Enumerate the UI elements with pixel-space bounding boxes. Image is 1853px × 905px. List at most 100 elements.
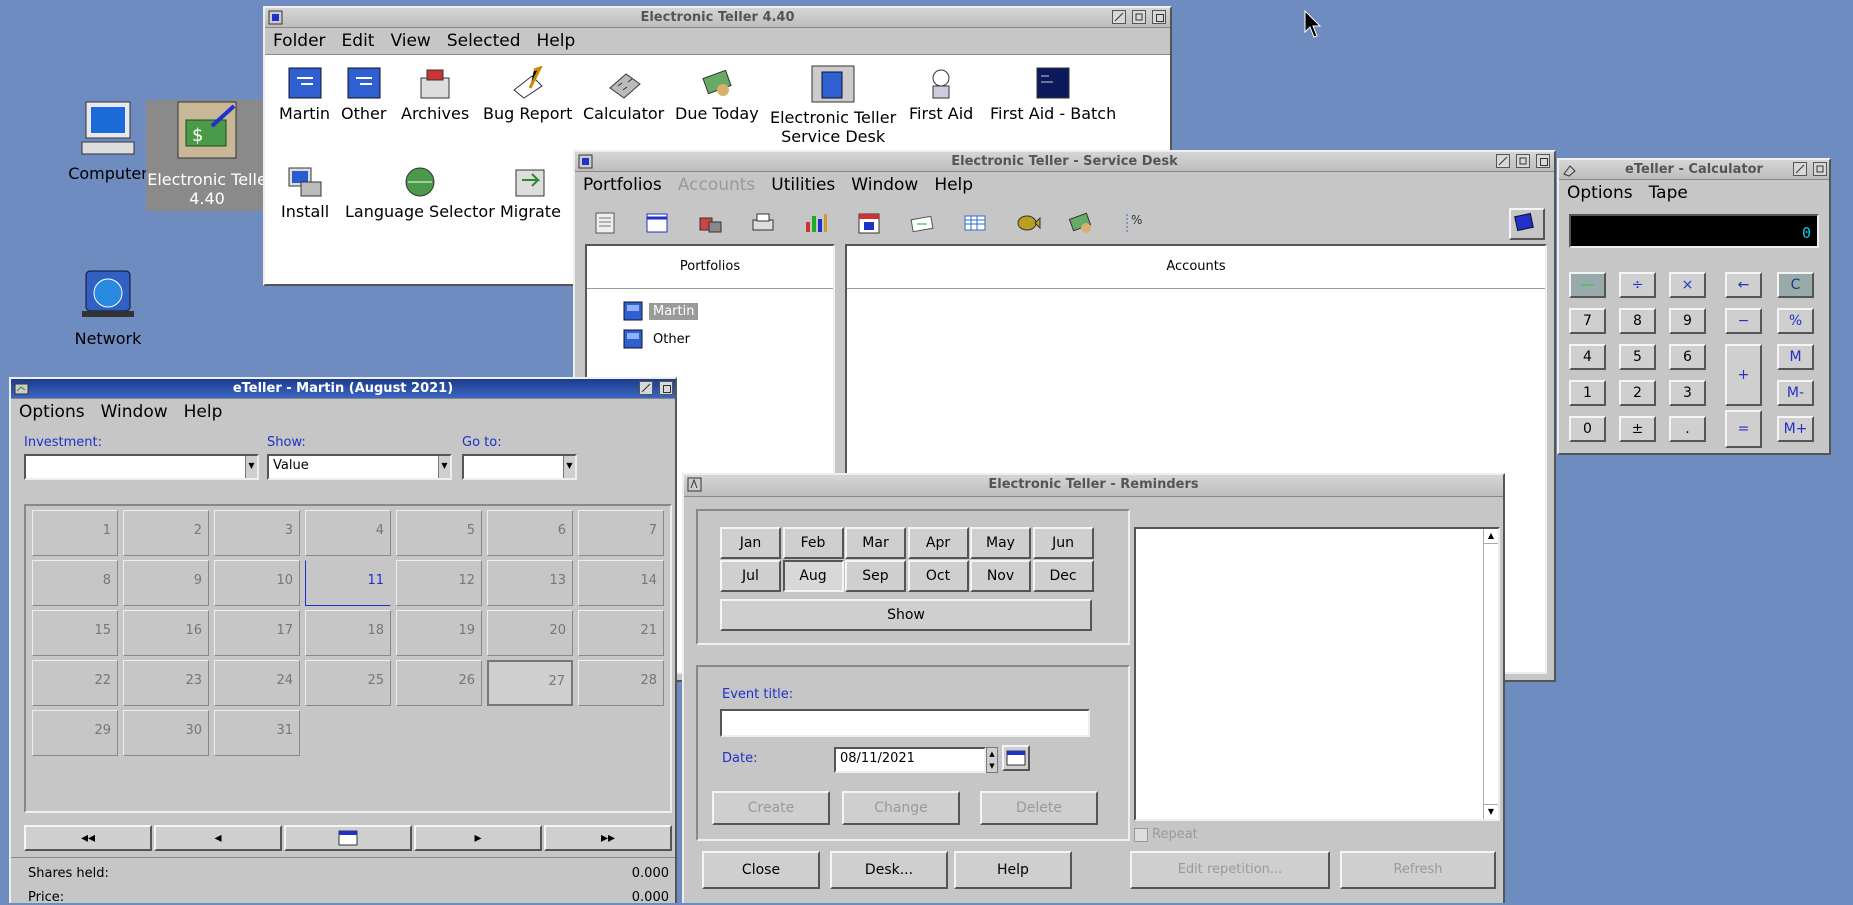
calendar-icon[interactable]: [856, 210, 882, 236]
list-view-icon[interactable]: [592, 210, 618, 236]
portfolio-item-other[interactable]: Other: [623, 328, 694, 350]
calendar-day-7[interactable]: 7: [578, 510, 664, 556]
folder-item-first-aid[interactable]: First Aid: [909, 66, 973, 123]
folder-item-service-desk[interactable]: Electronic Teller Service Desk: [770, 64, 896, 146]
checkbook-icon[interactable]: [909, 210, 935, 236]
calendar-day-12[interactable]: 12: [396, 560, 482, 606]
date-picker-button[interactable]: [1002, 745, 1030, 771]
folder-item-install[interactable]: Install: [281, 164, 329, 221]
calendar-day-15[interactable]: 15: [32, 610, 118, 656]
folder-item-other[interactable]: Other: [341, 66, 386, 123]
calc-key-clear[interactable]: C: [1777, 272, 1814, 298]
calendar-day-8[interactable]: 8: [32, 560, 118, 606]
create-button[interactable]: Create: [712, 791, 830, 825]
folder-item-first-aid-batch[interactable]: First Aid - Batch: [990, 66, 1116, 123]
calc-key-memory[interactable]: M: [1777, 344, 1814, 370]
calc-key-memory-minus[interactable]: M-: [1777, 380, 1814, 406]
calendar-day-5[interactable]: 5: [396, 510, 482, 556]
calendar-day-21[interactable]: 21: [578, 610, 664, 656]
calc-key-equals[interactable]: =: [1725, 410, 1762, 448]
folder-item-bug-report[interactable]: Bug Report: [483, 65, 572, 123]
calendar-day-24[interactable]: 24: [214, 660, 300, 706]
menu-window[interactable]: Window: [101, 402, 168, 422]
last-page-button[interactable]: ▸▸: [544, 825, 672, 851]
restore-button[interactable]: [1813, 162, 1827, 176]
calc-key-1[interactable]: 1: [1569, 380, 1606, 406]
calendar-day-31[interactable]: 31: [214, 710, 300, 756]
menu-help[interactable]: Help: [184, 402, 223, 422]
menu-tape[interactable]: Tape: [1649, 183, 1688, 203]
calc-key-memory-plus[interactable]: M+: [1777, 416, 1814, 442]
month-button-apr[interactable]: Apr: [907, 527, 969, 559]
menu-window[interactable]: Window: [851, 175, 918, 195]
calculator-titlebar[interactable]: eTeller - Calculator: [1559, 160, 1829, 180]
minimize-button[interactable]: [1496, 154, 1510, 168]
money-icon[interactable]: [1068, 210, 1094, 236]
minimize-button[interactable]: [1793, 162, 1807, 176]
change-button[interactable]: Change: [842, 791, 960, 825]
folder-item-migrate[interactable]: Migrate: [500, 164, 561, 221]
calc-key-8[interactable]: 8: [1619, 308, 1656, 334]
calc-key-divide[interactable]: ÷: [1619, 272, 1656, 298]
refresh-button[interactable]: Refresh: [1340, 851, 1496, 889]
transfer-icon[interactable]: [697, 210, 723, 236]
menu-selected[interactable]: Selected: [447, 31, 521, 51]
calc-key-dash[interactable]: —: [1569, 272, 1606, 298]
folder-item-due-today[interactable]: Due Today: [675, 66, 759, 123]
month-button-jun[interactable]: Jun: [1032, 527, 1094, 559]
calendar-day-13[interactable]: 13: [487, 560, 573, 606]
folder-window-titlebar[interactable]: Electronic Teller 4.40: [265, 8, 1170, 28]
folder-item-language-selector[interactable]: Language Selector: [345, 164, 495, 221]
goto-dropdown[interactable]: ▼: [462, 454, 577, 480]
desk-button[interactable]: Desk...: [830, 851, 948, 889]
scroll-up-icon[interactable]: ▲: [1484, 529, 1498, 544]
calendar-day-23[interactable]: 23: [123, 660, 209, 706]
print-icon[interactable]: [750, 210, 776, 236]
calendar-day-1[interactable]: 1: [32, 510, 118, 556]
delete-button[interactable]: Delete: [980, 791, 1098, 825]
portfolio-item-martin[interactable]: Martin: [623, 300, 699, 322]
calc-key-multiply[interactable]: ×: [1669, 272, 1706, 298]
month-button-jul[interactable]: Jul: [720, 560, 781, 592]
calc-key-backspace[interactable]: ←: [1725, 272, 1762, 298]
register-icon[interactable]: [644, 210, 670, 236]
fish-icon[interactable]: [1015, 210, 1041, 236]
reminders-titlebar[interactable]: Electronic Teller - Reminders: [684, 475, 1503, 497]
calendar-day-29[interactable]: 29: [32, 710, 118, 756]
calc-key-0[interactable]: 0: [1569, 416, 1606, 442]
calendar-day-16[interactable]: 16: [123, 610, 209, 656]
month-button-may[interactable]: May: [970, 527, 1031, 559]
toolbar-portfolio-icon[interactable]: [1509, 208, 1545, 240]
investment-dropdown[interactable]: ▼: [24, 454, 259, 480]
calendar-day-27[interactable]: 27: [487, 660, 573, 706]
maximize-button[interactable]: [1536, 154, 1550, 168]
spreadsheet-icon[interactable]: [962, 210, 988, 236]
desktop-icon-network[interactable]: Network: [53, 265, 163, 348]
menu-options[interactable]: Options: [19, 402, 85, 422]
calendar-day-9[interactable]: 9: [123, 560, 209, 606]
month-button-aug[interactable]: Aug: [782, 560, 844, 592]
calc-key-6[interactable]: 6: [1669, 344, 1706, 370]
month-button-nov[interactable]: Nov: [970, 560, 1031, 592]
calendar-day-17[interactable]: 17: [214, 610, 300, 656]
menu-edit[interactable]: Edit: [342, 31, 375, 51]
minimize-button[interactable]: [1112, 10, 1126, 24]
calc-key-4[interactable]: 4: [1569, 344, 1606, 370]
calc-key-2[interactable]: 2: [1619, 380, 1656, 406]
next-page-button[interactable]: ▸: [414, 825, 542, 851]
chart-icon[interactable]: [803, 210, 829, 236]
menu-utilities[interactable]: Utilities: [771, 175, 835, 195]
calendar-day-26[interactable]: 26: [396, 660, 482, 706]
calc-key-3[interactable]: 3: [1669, 380, 1706, 406]
repeat-checkbox[interactable]: Repeat: [1134, 827, 1198, 842]
scroll-down-icon[interactable]: ▼: [1484, 804, 1498, 819]
calendar-day-20[interactable]: 20: [487, 610, 573, 656]
menu-help[interactable]: Help: [537, 31, 576, 51]
calc-key-plus-minus[interactable]: ±: [1619, 416, 1656, 442]
calendar-day-28[interactable]: 28: [578, 660, 664, 706]
show-dropdown[interactable]: Value ▼: [267, 454, 452, 480]
edit-repetition-button[interactable]: Edit repetition...: [1130, 851, 1330, 889]
calendar-day-25[interactable]: 25: [305, 660, 391, 706]
month-button-oct[interactable]: Oct: [907, 560, 969, 592]
date-input[interactable]: 08/11/2021: [834, 747, 986, 773]
